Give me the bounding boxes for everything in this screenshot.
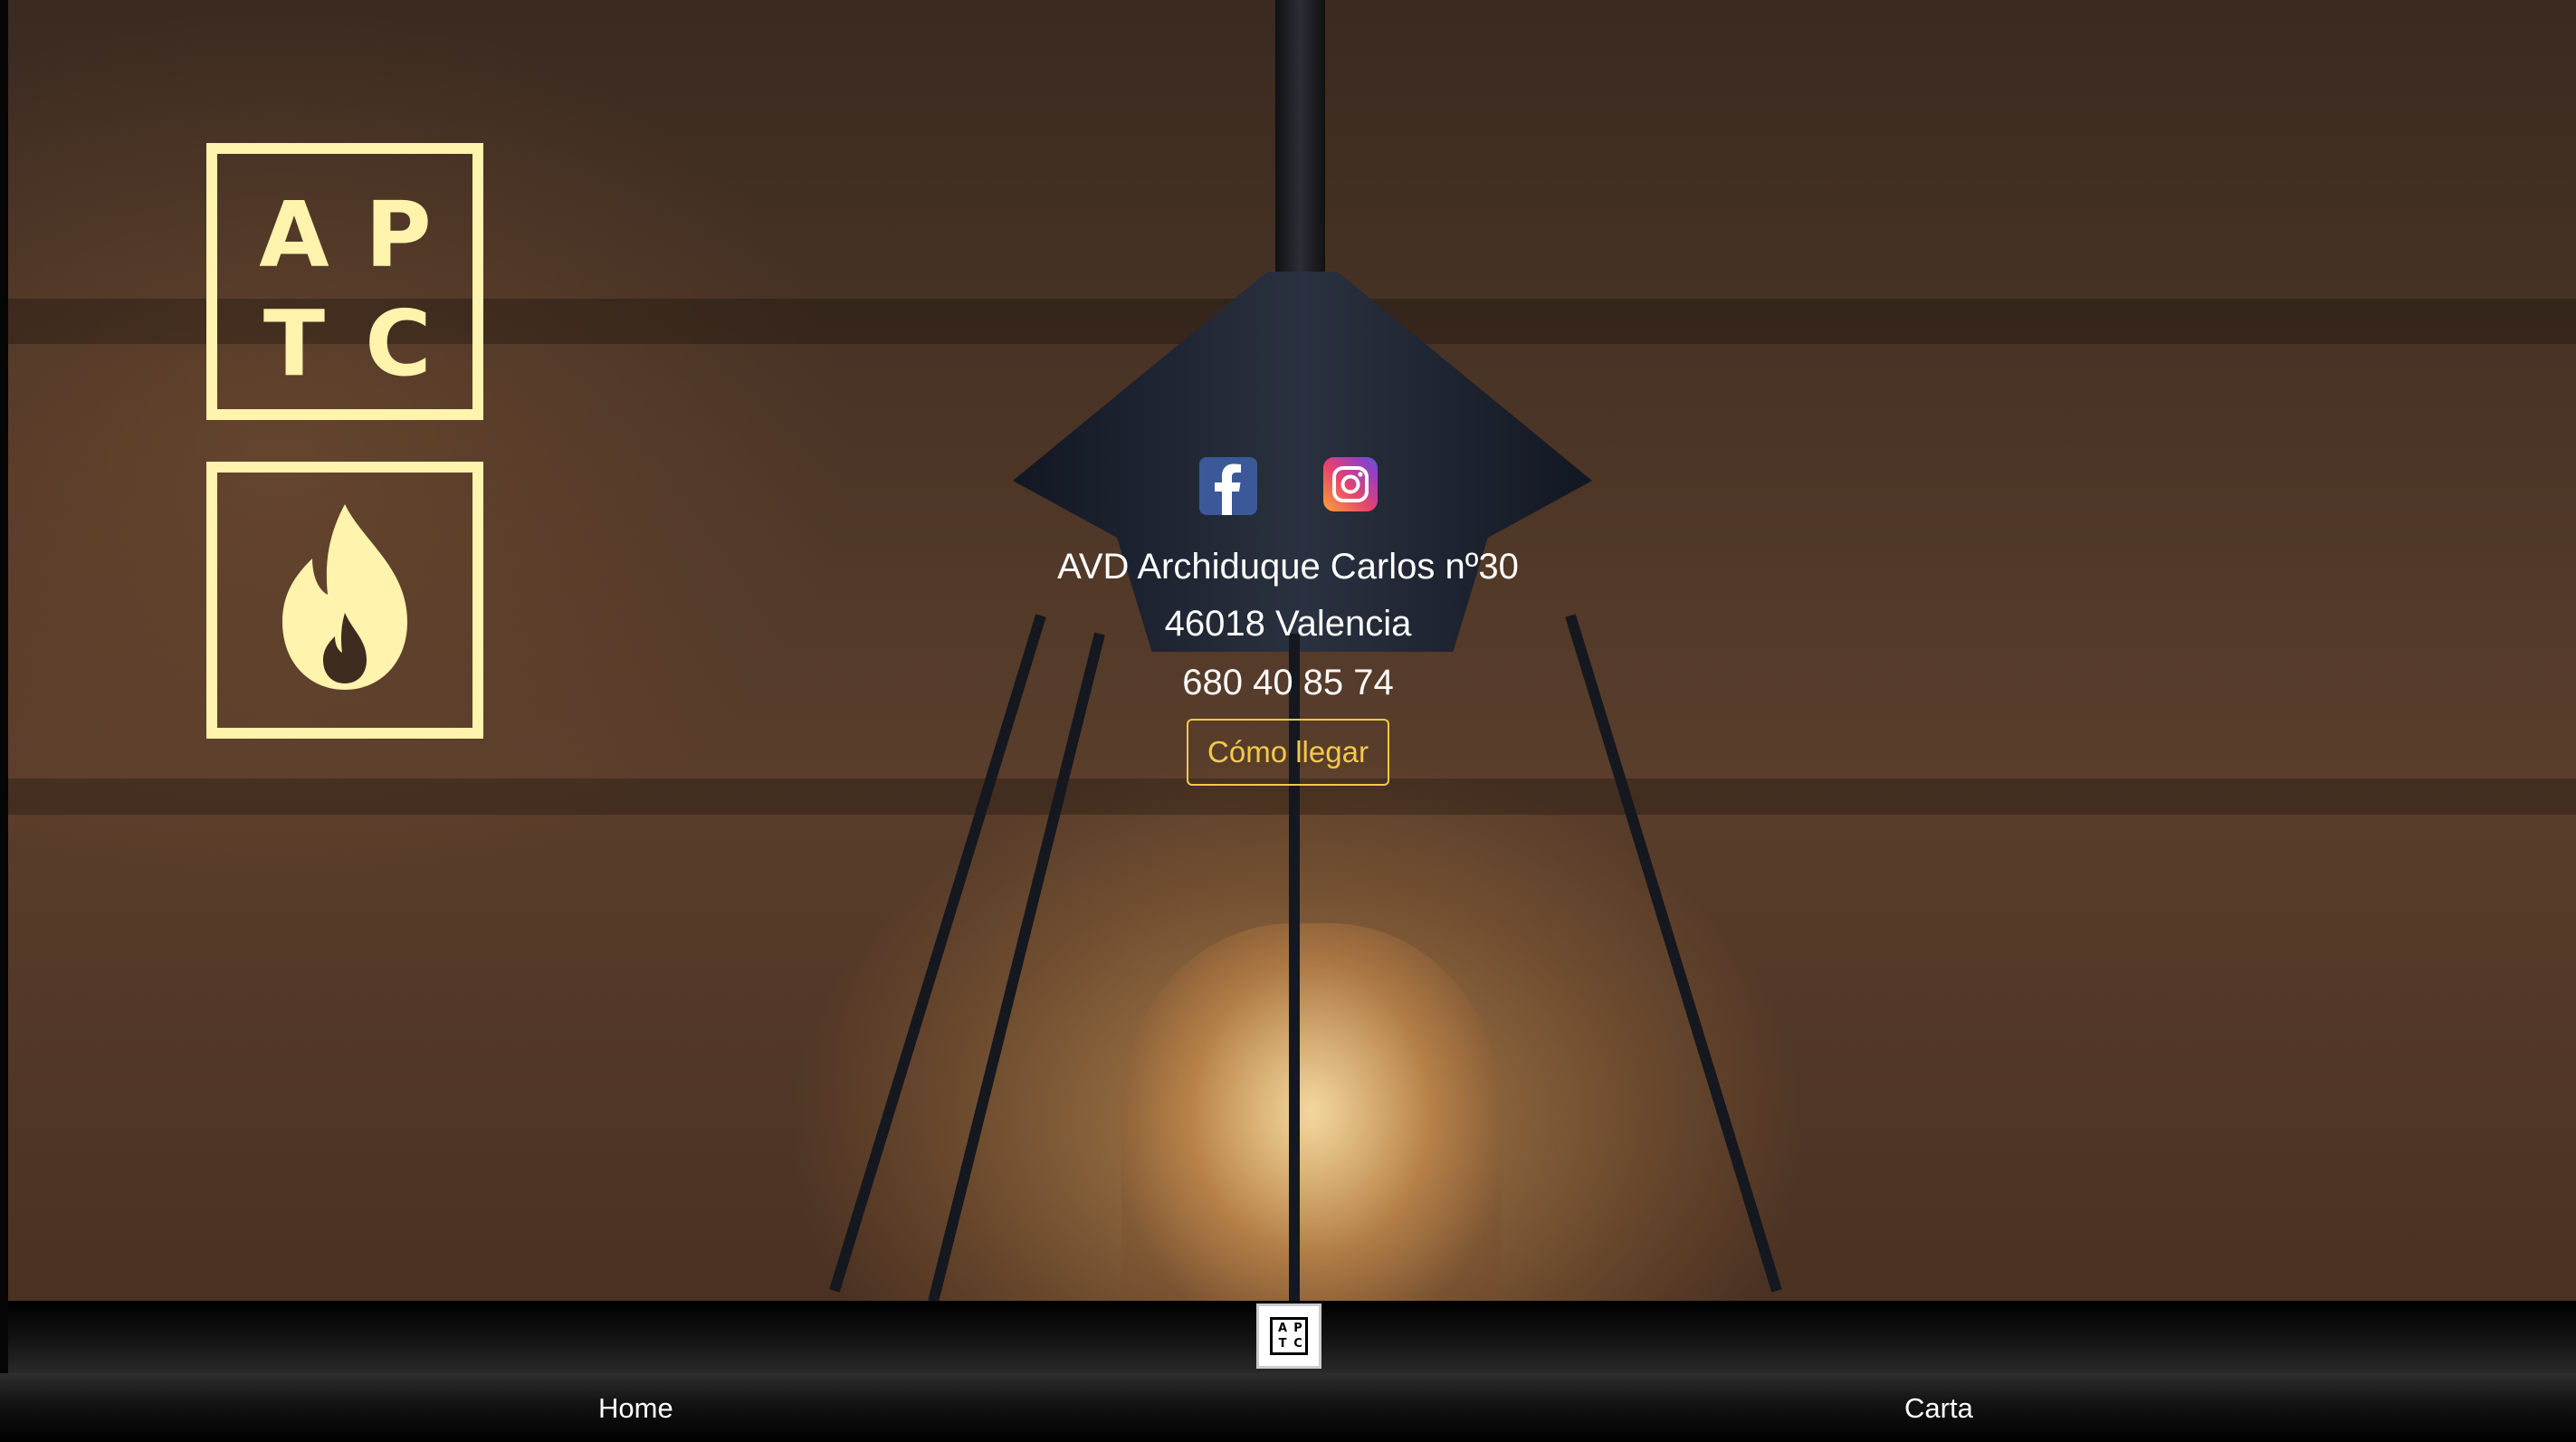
nav-logo-letter-c: C	[1293, 1337, 1302, 1351]
menu-bar	[0, 1373, 2576, 1442]
nav-logo-letter-a: A	[1277, 1322, 1288, 1335]
nav-logo-frame: A P T C	[1270, 1317, 1308, 1355]
address-city: 46018 Valencia	[1164, 604, 1412, 644]
logo-letter-a: A	[259, 182, 329, 288]
nav-item-home[interactable]: Home	[598, 1390, 673, 1427]
light-bulb	[1121, 923, 1502, 1301]
logo-letter-c: C	[365, 291, 432, 396]
directions-button[interactable]: Cómo llegar	[1187, 719, 1389, 786]
logo-letter-p: P	[365, 182, 432, 288]
address-street: AVD Archiduque Carlos nº30	[1057, 547, 1519, 587]
instagram-icon[interactable]	[1323, 457, 1378, 511]
phone-number[interactable]: 680 40 85 74	[0, 661, 2576, 704]
nav-logo-button[interactable]: A P T C	[1256, 1304, 1321, 1369]
brand-logo[interactable]: A P T C	[206, 143, 483, 420]
social-links	[1199, 457, 1380, 515]
nav-logo-letter-t: T	[1278, 1337, 1287, 1351]
lamp-cord	[1275, 0, 1325, 290]
logo-letter-t: T	[262, 291, 326, 396]
nav-logo-letter-p: P	[1293, 1322, 1302, 1335]
page: A P T C AVD Archiduque Carlos nº30 46018…	[0, 0, 2576, 1442]
facebook-icon[interactable]	[1199, 457, 1257, 515]
nav-item-carta[interactable]: Carta	[1904, 1390, 1973, 1427]
